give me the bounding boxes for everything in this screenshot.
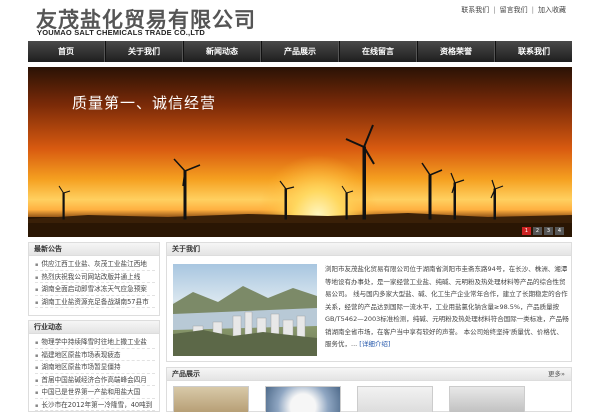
top-link-message[interactable]: 留言我们 (500, 6, 528, 14)
products-title: 产品展示 (167, 368, 571, 381)
top-link-favorite[interactable]: 加入收藏 (538, 6, 566, 14)
product-thumbnails (173, 386, 525, 412)
company-logo-english: YOUMAO SALT CHEMICALS TRADE CO.,LTD (37, 28, 205, 37)
nav-item-home[interactable]: 首页 (28, 41, 105, 62)
nav-item-products[interactable]: 产品展示 (261, 41, 339, 62)
hero-banner[interactable]: 质量第一、诚信经营 1 2 3 4 (28, 67, 572, 237)
about-us-panel: 关于我们 浏阳市友茂盐化贸易有限公司位于湖南省浏阳市圭斋东路94号，在长沙、株洲… (166, 242, 572, 362)
industry-news-item[interactable]: 首届中国盐碱经济合作高端峰会四月 (35, 374, 155, 386)
industry-news-item[interactable]: 福建地区原盐市场表现疲态 (35, 349, 155, 361)
turbine-7 (58, 185, 71, 220)
industry-news-item[interactable]: 湖南地区原盐市场暂显僵持 (35, 361, 155, 374)
about-us-title: 关于我们 (167, 243, 571, 256)
products-more-link[interactable]: 更多» (548, 368, 565, 381)
banner-slogan: 质量第一、诚信经营 (72, 94, 217, 112)
banner-pager-dot[interactable]: 2 (533, 227, 542, 235)
industry-news-item[interactable]: 中国已是世界第一产盐和用盐大国 (35, 386, 155, 399)
banner-pager-dot[interactable]: 4 (555, 227, 564, 235)
turbine-1 (173, 158, 201, 220)
latest-announcements-panel: 最新公告 供应江西工业盐、灰茂工业盐江西地 热烈庆祝我公司网站改版并通上线 湖南… (28, 242, 160, 316)
about-us-description: 浏阳市友茂盐化贸易有限公司位于湖南省浏阳市圭斋东路94号，在长沙、株洲、湘潭等地… (325, 265, 569, 348)
latest-announcements-title: 最新公告 (29, 243, 159, 256)
announcement-item[interactable]: 湖南全面启动即雪冰冻天气应急预案 (35, 283, 155, 296)
industry-news-item[interactable]: 长沙市在2012年第一冷隆雪，40吨到 (35, 399, 155, 411)
turbine-4 (450, 172, 465, 220)
top-links: 联系我们 | 留言我们 | 加入收藏 (461, 6, 566, 14)
product-thumb[interactable] (265, 386, 341, 412)
turbine-3 (421, 162, 443, 220)
industry-news-item[interactable]: 物理学中持续降雪时往地上撒工业盐 (35, 336, 155, 349)
product-thumb[interactable] (173, 386, 249, 412)
nav-item-news[interactable]: 新闻动态 (183, 41, 261, 62)
announcement-item[interactable]: 湖南工业盐资源充足备战湖南57县市 (35, 296, 155, 308)
site-header: 友茂盐化贸易有限公司 YOUMAO SALT CHEMICALS TRADE C… (0, 0, 600, 40)
main-nav: 首页 关于我们 新闻动态 产品展示 在线留言 资格荣誉 联系我们 (28, 41, 572, 62)
products-panel: 产品展示 更多» (166, 367, 572, 412)
banner-pager: 1 2 3 4 (522, 227, 564, 235)
announcement-item[interactable]: 供应江西工业盐、灰茂工业盐江西地 (35, 258, 155, 271)
nav-item-about[interactable]: 关于我们 (105, 41, 183, 62)
banner-pager-dot[interactable]: 1 (522, 227, 531, 235)
product-thumb[interactable] (449, 386, 525, 412)
top-link-contact[interactable]: 联系我们 (461, 6, 489, 14)
product-thumb[interactable] (357, 386, 433, 412)
city-photo (173, 264, 317, 356)
nav-item-contact[interactable]: 联系我们 (495, 41, 572, 62)
industry-news-title: 行业动态 (29, 321, 159, 334)
turbine-5 (490, 179, 504, 220)
announcement-item[interactable]: 热烈庆祝我公司网站改版并通上线 (35, 271, 155, 283)
nav-item-message[interactable]: 在线留言 (339, 41, 417, 62)
about-more-link[interactable]: [详细介绍] (359, 340, 390, 348)
industry-news-panel: 行业动态 物理学中持续降雪时往地上撒工业盐 福建地区原盐市场表现疲态 湖南地区原… (28, 320, 160, 412)
nav-item-honors[interactable]: 资格荣誉 (417, 41, 495, 62)
about-us-text: 浏阳市友茂盐化贸易有限公司位于湖南省浏阳市圭斋东路94号，在长沙、株洲、湘潭等地… (325, 263, 569, 351)
banner-pager-dot[interactable]: 3 (544, 227, 553, 235)
